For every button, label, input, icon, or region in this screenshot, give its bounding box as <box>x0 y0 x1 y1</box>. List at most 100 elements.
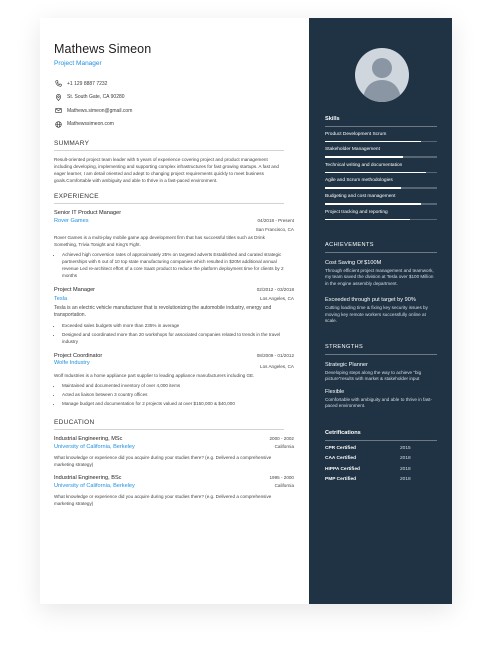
contact-website: Mathewssimeon.com <box>54 118 295 132</box>
job-date: 08/2009 - 01/2012 <box>256 353 294 358</box>
skills-heading: Skills <box>325 116 340 122</box>
certification-row: PMP Certified 2018 <box>325 477 438 482</box>
job-bullets: Maintained and documented inventory of o… <box>54 382 286 407</box>
job-entry: Project Coordinator 08/2009 - 01/2012 Wo… <box>54 353 295 407</box>
certification-row: HIPPA Certified 2018 <box>325 467 438 472</box>
certification-name: CPR Certified <box>325 445 356 451</box>
job-description: Rover Games is a multi-play mobile game … <box>54 235 265 247</box>
main-column: Mathews Simeon Project Manager +1 129 88… <box>40 18 309 604</box>
job-company: Wolfe Industry <box>54 360 90 366</box>
certification-year: 2018 <box>400 466 411 472</box>
job-location: San Francisco, CA <box>255 227 294 232</box>
summary-text: Result-oriented project team leader with… <box>54 157 279 183</box>
skill-item: Product Development Scrum <box>325 132 438 143</box>
contact-website-text[interactable]: Mathewssimeon.com <box>67 121 114 127</box>
education-description: What knowledge or experience did you acq… <box>54 455 272 467</box>
certification-row: CPR Certified 2015 <box>325 446 438 451</box>
skill-bar-fill <box>325 203 422 205</box>
education-school: University of California, Berkeley <box>54 483 135 489</box>
strengths-heading: STRENGTHS <box>325 344 364 351</box>
job-company: Rover Games <box>54 218 89 224</box>
skills-list: Product Development Scrum Stakeholder Man… <box>325 132 438 221</box>
job-entry: Senior IT Product Manager Rover Games 04… <box>54 210 295 279</box>
education-location: California <box>274 483 294 488</box>
certification-year: 2015 <box>400 445 411 451</box>
certification-name: CAA Certified <box>325 456 357 462</box>
education-entry: Industrial Engineering, BSc 1995 - 2000 … <box>54 475 295 507</box>
contact-list: +1 129 8887 7232 St. South Gate, CA 9028… <box>54 77 295 131</box>
education-date: 2000 - 2002 <box>269 436 294 441</box>
candidate-role: Project Manager <box>54 60 102 67</box>
job-description: Wolf Industries is a home appliance part… <box>54 373 255 378</box>
certifications-list: CPR Certified 2015 CAA Certified 2018 HI… <box>325 446 438 483</box>
person-silhouette-icon <box>362 58 401 102</box>
skills-divider <box>325 126 437 127</box>
skill-item: Project tracking and reporting <box>325 210 438 221</box>
skill-label: Agile and Scrum methodologies <box>325 178 393 184</box>
education-degree: Industrial Engineering, BSc <box>54 475 122 481</box>
skill-bar-track <box>325 203 437 205</box>
achievement-text: Through efficient project management and… <box>325 267 434 286</box>
contact-email-text[interactable]: Mathews.simeon@gmail.com <box>67 108 132 114</box>
certifications-divider <box>325 439 437 441</box>
skill-item: Budgeting and cost management <box>325 194 438 205</box>
certification-row: CAA Certified 2018 <box>325 456 438 461</box>
job-date: 04/2018 - Present <box>257 218 294 223</box>
skill-item: Agile and Scrum methodologies <box>325 178 438 190</box>
strength-title: Strategic Planner <box>325 362 368 369</box>
experience-heading: EXPERIENCE <box>54 193 99 200</box>
certifications-heading: Cetrifications <box>325 429 361 436</box>
education-divider <box>54 429 284 430</box>
skill-bar-track <box>325 218 437 221</box>
job-bullet: Achieved high conversion rates of approx… <box>62 251 286 279</box>
achievement-text: Cutting loading time & fixing key securi… <box>325 305 428 323</box>
skill-label: Product Development Scrum <box>325 131 387 137</box>
skill-bar-track <box>325 187 437 190</box>
phone-icon <box>54 80 62 88</box>
skill-bar-fill <box>325 171 426 174</box>
skill-bar-track <box>325 171 437 174</box>
sidebar: Skills Product Development Scrum Stakehol… <box>309 18 452 604</box>
achievement-title: Cost Saving Of $100M <box>325 259 382 266</box>
job-title: Senior IT Product Manager <box>54 210 122 216</box>
skill-bar-fill <box>325 140 422 143</box>
location-pin-icon <box>54 93 62 101</box>
strengths-divider <box>325 354 437 356</box>
job-bullet: Maintained and documented inventory of o… <box>62 382 286 389</box>
job-bullet: Designed and coordinated more than 20 wo… <box>62 331 286 345</box>
education-degree: Industrial Engineering, MSc <box>54 436 123 442</box>
achievements-heading: ACHIEVEMENTS <box>325 242 374 249</box>
job-entry: Project Manager 02/2012 - 03/2018 Tesla … <box>54 287 295 345</box>
certification-year: 2018 <box>400 477 411 483</box>
education-school: University of California, Berkeley <box>54 444 135 450</box>
summary-heading: SUMMARY <box>54 140 90 147</box>
skill-label: Stakeholder Management <box>325 147 380 153</box>
certification-name: PMP Certified <box>325 477 357 483</box>
job-title: Project Coordinator <box>54 353 103 359</box>
job-bullet: Manage budget and documentation for 2 pr… <box>62 400 286 407</box>
achievements-divider <box>325 252 437 253</box>
skill-bar-track <box>325 140 437 143</box>
job-bullet: Acted as liaison between 3 country offic… <box>62 391 286 398</box>
contact-address: St. South Gate, CA 90280 <box>54 91 295 105</box>
job-bullets: Achieved high conversion rates of approx… <box>54 251 286 279</box>
globe-icon <box>54 120 62 128</box>
education-description: What knowledge or experience did you acq… <box>54 494 272 506</box>
job-bullets: Exceeded sales budgets with more than 23… <box>54 322 286 345</box>
skill-bar-fill <box>325 218 411 221</box>
skill-label: Budgeting and cost management <box>325 194 396 200</box>
job-company: Tesla <box>54 296 68 302</box>
job-location: Los Angeles, CA <box>260 296 294 301</box>
strength-text: Comfortable with ambiguity and able to t… <box>325 396 432 409</box>
skill-bar-fill <box>325 187 402 190</box>
avatar <box>354 48 409 102</box>
contact-email: Mathews.simeon@gmail.com <box>54 104 295 118</box>
skill-item: Stakeholder Management <box>325 147 438 158</box>
job-description: Tesla is an electric vehicle manufacture… <box>54 305 272 318</box>
certification-name: HIPPA Certified <box>325 466 360 472</box>
job-bullet: Exceeded sales budgets with more than 23… <box>62 322 286 329</box>
skill-item: Technical writing and documentation <box>325 163 438 174</box>
strength-title: Flexible <box>325 388 345 395</box>
contact-phone: +1 129 8887 7232 <box>54 77 295 91</box>
job-location: Los Angeles, CA <box>260 364 294 369</box>
